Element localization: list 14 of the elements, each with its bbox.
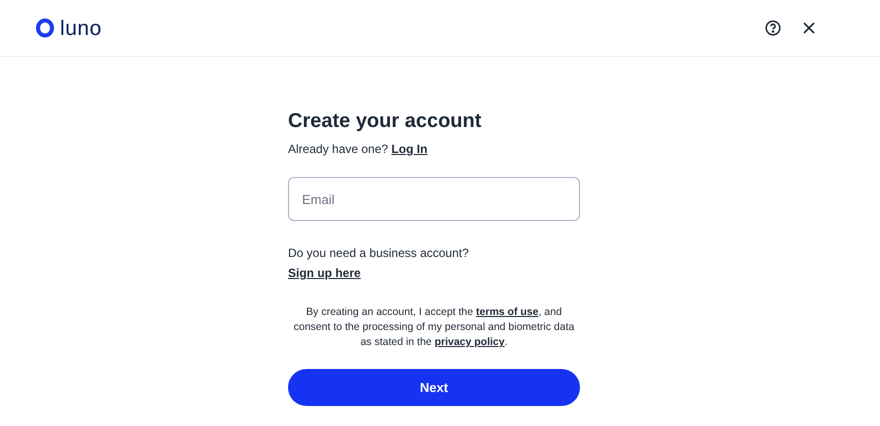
logo-ring-icon [36, 18, 54, 38]
consent-text: By creating an account, I accept the terms of use, and consent to the processing of my personal and biometric data as stated in the privacy policy. [292, 305, 576, 350]
login-prompt: Already have one? [288, 142, 388, 156]
signup-link[interactable]: Sign up here [288, 264, 361, 282]
help-icon[interactable] [764, 19, 782, 37]
email-field[interactable]: Email [288, 177, 580, 221]
business-prompt: Do you need a business account? [288, 245, 470, 262]
login-link[interactable]: Log In [391, 142, 428, 156]
logo-text: luno [60, 18, 102, 38]
consent-link[interactable]: privacy policy [434, 336, 505, 348]
next-button[interactable]: Next [288, 369, 580, 406]
close-icon[interactable] [802, 21, 816, 35]
page-title: Create your account [288, 109, 482, 134]
consent-link[interactable]: terms of use [476, 306, 538, 318]
